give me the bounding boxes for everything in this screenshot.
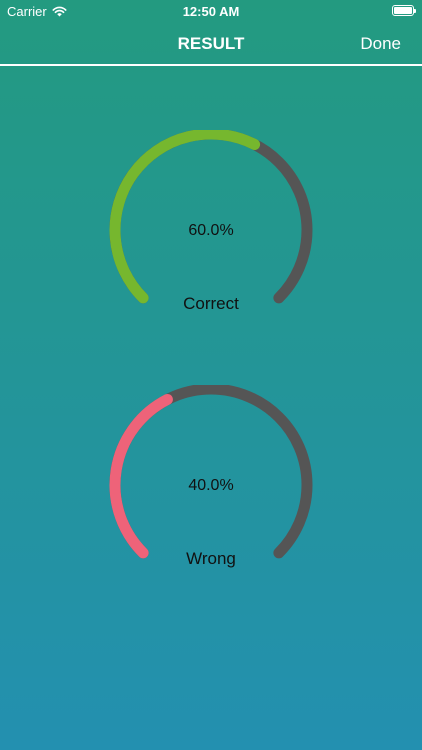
navigation-bar: RESULT Done <box>0 22 422 66</box>
correct-percentage: 60.0% <box>188 222 234 239</box>
battery-icon <box>392 5 416 16</box>
status-bar: Carrier 12:50 AM <box>0 0 422 22</box>
page-title: RESULT <box>177 34 245 53</box>
wrong-percentage: 40.0% <box>188 477 234 494</box>
correct-gauge: 60.0% Correct <box>0 130 422 330</box>
status-time: 12:50 AM <box>182 4 240 19</box>
wrong-gauge: 40.0% Wrong <box>0 385 422 585</box>
done-button[interactable]: Done <box>360 34 401 54</box>
correct-label: Correct <box>183 294 239 313</box>
correct-gauge-progress <box>109 130 261 304</box>
wrong-label: Wrong <box>186 549 236 568</box>
